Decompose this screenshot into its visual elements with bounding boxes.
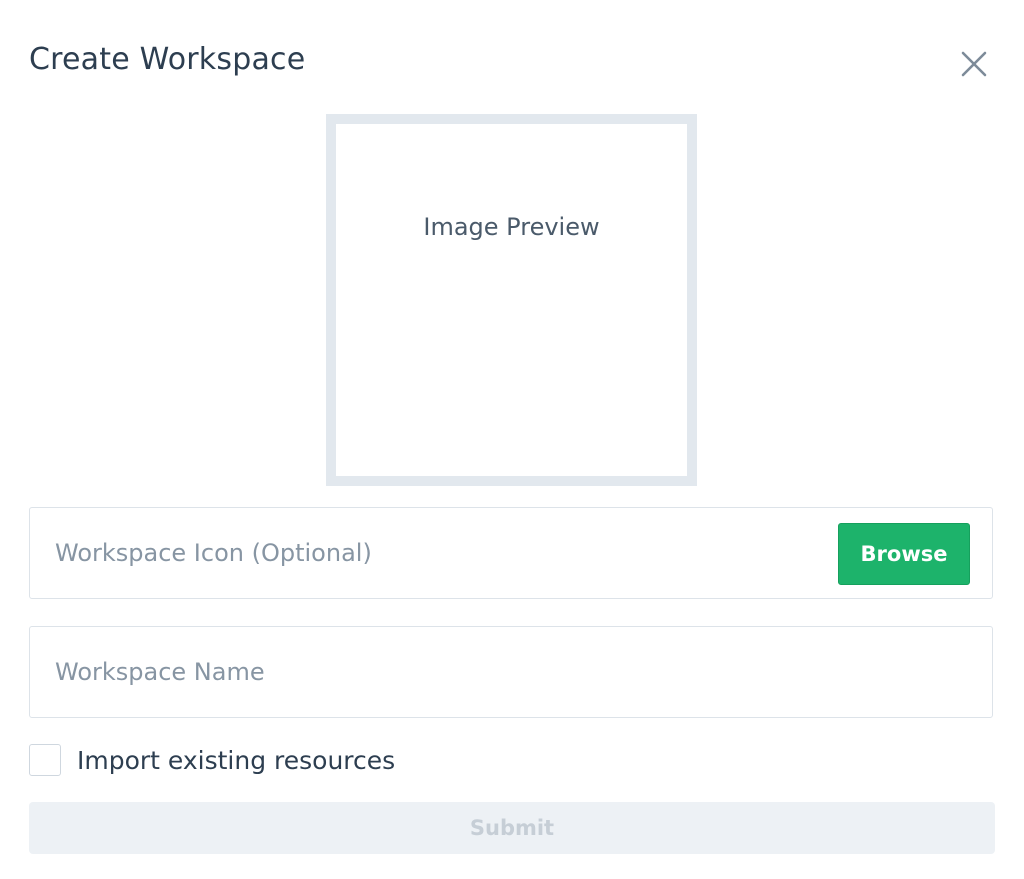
dialog-title: Create Workspace — [29, 42, 306, 77]
import-existing-option[interactable]: Import existing resources — [29, 744, 395, 776]
import-existing-label: Import existing resources — [77, 745, 396, 775]
image-preview-label: Image Preview — [423, 213, 600, 241]
workspace-icon-input[interactable] — [55, 508, 835, 598]
workspace-name-field — [29, 626, 993, 718]
submit-button[interactable]: Submit — [29, 802, 995, 854]
create-workspace-dialog: Create Workspace Image Preview Browse Im… — [0, 0, 1024, 879]
import-existing-checkbox[interactable] — [29, 744, 61, 776]
close-icon — [961, 51, 987, 77]
close-button[interactable] — [958, 48, 990, 80]
image-preview: Image Preview — [326, 114, 697, 486]
workspace-icon-field: Browse — [29, 507, 993, 599]
browse-button[interactable]: Browse — [838, 523, 970, 585]
workspace-name-input[interactable] — [55, 627, 955, 717]
